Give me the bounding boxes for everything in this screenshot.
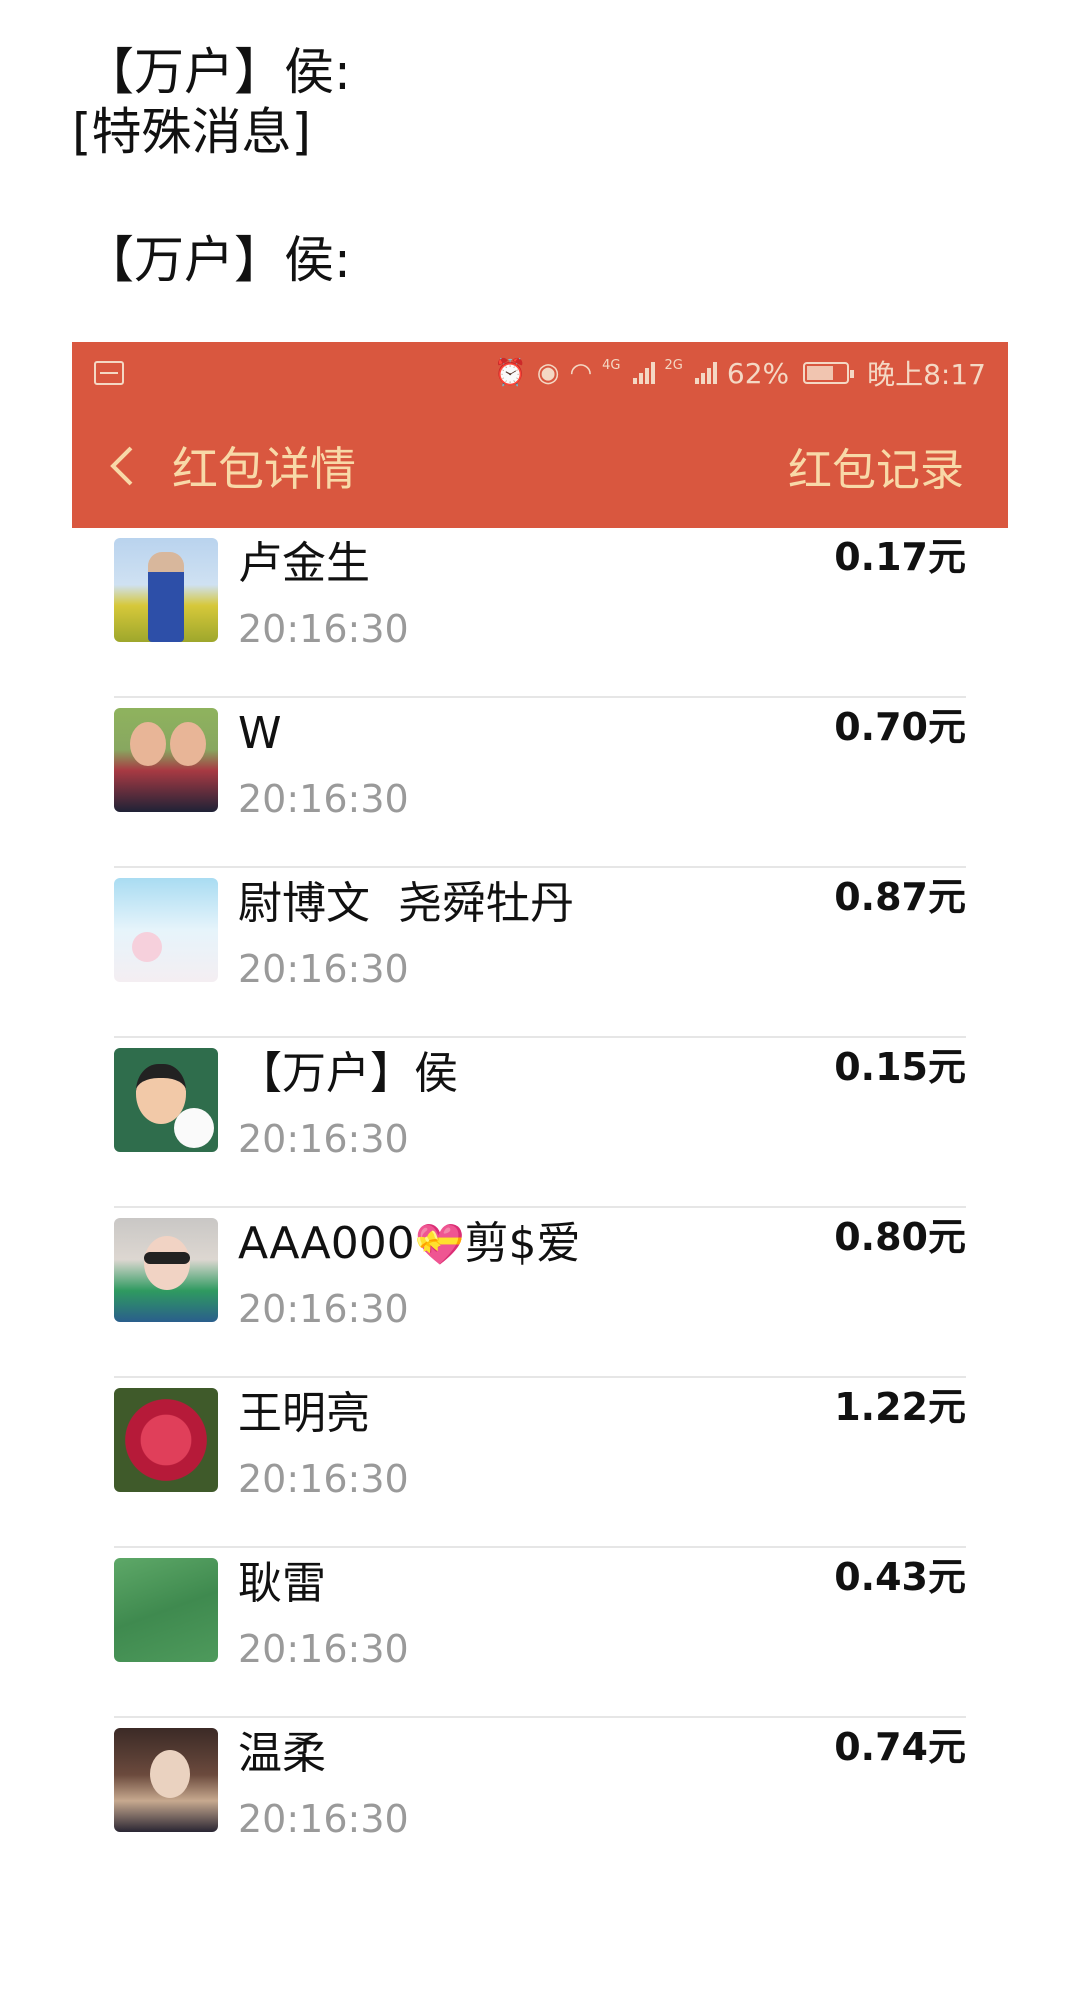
amount-label: 0.70元 [834,705,966,749]
recipient-list: 卢金生 20:16:30 0.17元 W 20:16:30 0.70元 尉博文 … [72,528,1008,1888]
amount-label: 1.22元 [834,1385,966,1429]
recipient-name: 卢金生 [238,538,370,589]
avatar[interactable] [114,1728,218,1832]
battery-percent: 62% [726,356,790,390]
heart-gift-icon: 💝 [414,1222,465,1268]
recipient-name: 【万户】侯 [238,1048,458,1099]
red-packet-record-link[interactable]: 红包记录 [788,434,964,498]
header-bar: 红包详情 红包记录 [72,404,1008,528]
alarm-icon: ⏰ [494,358,527,388]
list-item[interactable]: 【万户】侯 20:16:30 0.15元 [114,1038,966,1208]
red-packet-screenshot: ⏰ ◉ ◠ 4G 2G 62% 晚上8:17 红包详情 红包记录 卢金生 20:… [72,342,1008,2010]
amount-label: 0.17元 [834,535,966,579]
status-bar: ⏰ ◉ ◠ 4G 2G 62% 晚上8:17 [72,342,1008,404]
eye-icon: ◉ [536,358,560,388]
recipient-name-prefix: AAA000 [238,1218,415,1269]
battery-icon [803,362,855,384]
recipient-name: AAA000💝剪$爱 [238,1216,581,1273]
recipient-name: W [238,708,282,759]
list-item[interactable]: 卢金生 20:16:30 0.17元 [114,528,966,698]
avatar[interactable] [114,1218,218,1322]
amount-label: 0.87元 [834,875,966,919]
list-item[interactable]: 尉博文 尧舜牡丹 20:16:30 0.87元 [114,868,966,1038]
avatar[interactable] [114,1388,218,1492]
received-time: 20:16:30 [238,1287,409,1331]
avatar[interactable] [114,538,218,642]
chevron-left-icon[interactable] [102,446,142,486]
list-item[interactable]: 耿雷 20:16:30 0.43元 [114,1548,966,1718]
page-title: 红包详情 [172,442,356,496]
signal-icon [632,362,655,384]
received-time: 20:16:30 [238,777,409,821]
list-item[interactable]: AAA000💝剪$爱 20:16:30 0.80元 [114,1208,966,1378]
received-time: 20:16:30 [238,1117,409,1161]
avatar[interactable] [114,1048,218,1152]
signal-icon [694,362,717,384]
amount-label: 0.80元 [834,1215,966,1259]
recipient-name: 耿雷 [238,1558,326,1609]
amount-label: 0.15元 [834,1045,966,1089]
chat-sender-label: 【万户】侯: [84,43,351,101]
recipient-name: 尉博文 尧舜牡丹 [238,878,574,929]
received-time: 20:16:30 [238,1797,409,1841]
amount-label: 0.43元 [834,1555,966,1599]
amount-label: 0.74元 [834,1725,966,1769]
network-type-label: 4G [602,357,621,373]
clock: 晚上8:17 [867,358,986,391]
avatar[interactable] [114,878,218,982]
avatar[interactable] [114,708,218,812]
wifi-icon: ◠ [569,358,593,388]
network-type-label: 2G [664,357,683,373]
recipient-name: 王明亮 [238,1388,370,1439]
recipient-name-suffix: 剪$爱 [464,1218,581,1269]
received-time: 20:16:30 [238,607,409,651]
avatar[interactable] [114,1558,218,1662]
activity-icon [94,361,124,385]
received-time: 20:16:30 [238,1457,409,1501]
received-time: 20:16:30 [238,1627,409,1671]
received-time: 20:16:30 [238,947,409,991]
chat-sender-label: 【万户】侯: [84,231,351,289]
list-item[interactable]: 温柔 20:16:30 0.74元 [114,1718,966,1888]
special-message-text: [特殊消息] [72,103,312,161]
recipient-name: 温柔 [238,1728,326,1779]
list-item[interactable]: 王明亮 20:16:30 1.22元 [114,1378,966,1548]
list-item[interactable]: W 20:16:30 0.70元 [114,698,966,868]
